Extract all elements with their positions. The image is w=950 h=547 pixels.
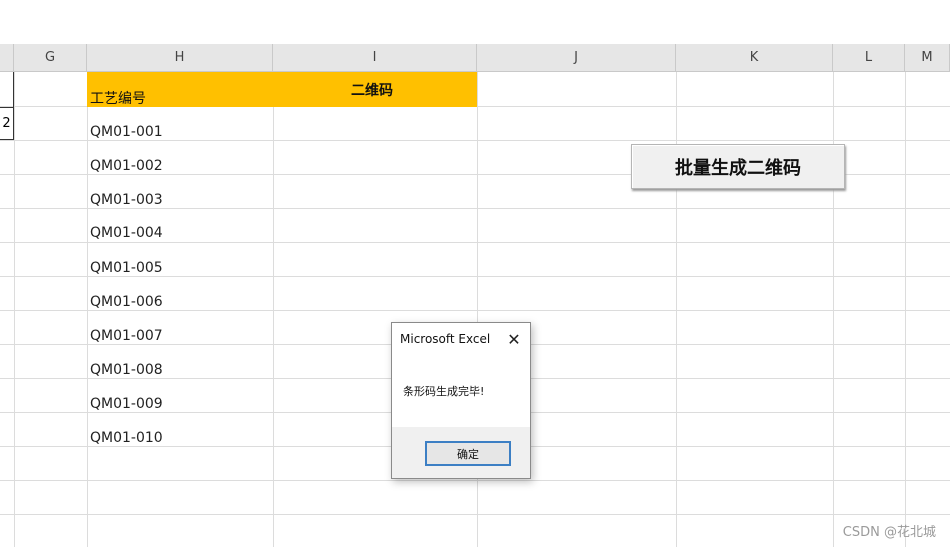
batch-generate-qr-button[interactable]: 批量生成二维码	[631, 144, 845, 189]
column-header-l[interactable]: L	[833, 44, 905, 72]
grid-line	[0, 514, 950, 515]
message-dialog: Microsoft Excel ✕ 条形码生成完毕! 确定	[391, 322, 531, 479]
column-header-i[interactable]: I	[273, 44, 477, 72]
grid-line	[0, 242, 950, 243]
header-process-number[interactable]: 工艺编号	[90, 88, 146, 108]
table-row[interactable]: QM01-006	[90, 294, 163, 310]
ok-button[interactable]: 确定	[425, 441, 511, 466]
grid-line	[0, 310, 950, 311]
table-row[interactable]: QM01-009	[90, 396, 163, 412]
table-row[interactable]: QM01-004	[90, 225, 163, 241]
dialog-title: Microsoft Excel	[400, 332, 491, 346]
grid-line	[0, 480, 950, 481]
header-qr-code[interactable]: 二维码	[351, 80, 393, 100]
column-header-m[interactable]: M	[905, 44, 950, 72]
grid-line	[0, 208, 950, 209]
table-row[interactable]: QM01-008	[90, 362, 163, 378]
grid-line	[0, 140, 950, 141]
watermark: CSDN @花北城	[842, 525, 936, 540]
close-icon[interactable]: ✕	[504, 329, 524, 349]
dialog-message: 条形码生成完毕!	[403, 385, 485, 398]
table-row[interactable]: QM01-002	[90, 158, 163, 174]
column-header-h[interactable]: H	[87, 44, 273, 72]
table-row[interactable]: QM01-001	[90, 124, 163, 140]
column-header-f[interactable]	[0, 44, 14, 72]
table-row[interactable]: QM01-007	[90, 328, 163, 344]
left-cell-border	[0, 72, 14, 107]
left-cell-value[interactable]: 2	[0, 107, 14, 140]
grid-line	[0, 276, 950, 277]
table-row[interactable]: QM01-010	[90, 430, 163, 446]
column-header-k[interactable]: K	[676, 44, 833, 72]
column-header-j[interactable]: J	[477, 44, 676, 72]
column-header-g[interactable]: G	[14, 44, 87, 72]
dialog-footer: 确定	[392, 427, 530, 478]
table-row[interactable]: QM01-005	[90, 260, 163, 276]
table-row[interactable]: QM01-003	[90, 192, 163, 208]
